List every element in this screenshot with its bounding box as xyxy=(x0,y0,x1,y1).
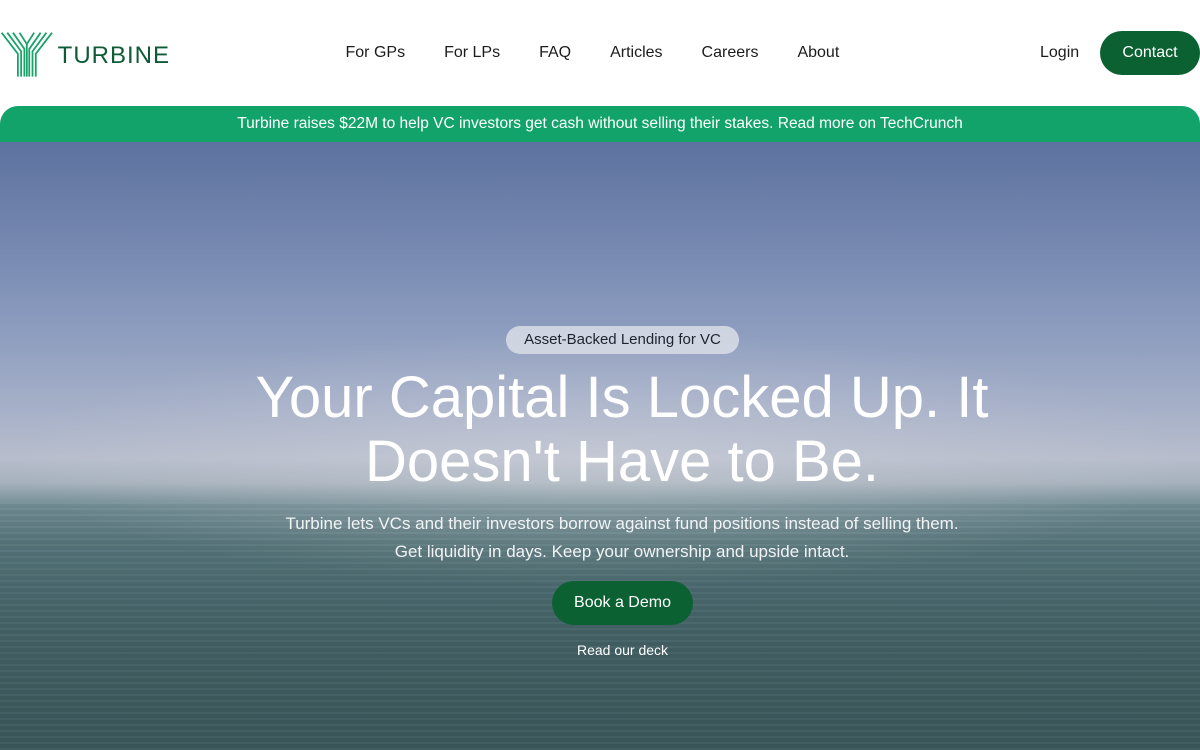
nav-articles[interactable]: Articles xyxy=(591,41,682,65)
brand-name: TURBINE xyxy=(57,42,170,69)
hero-headline: Your Capital Is Locked Up. It Doesn't Ha… xyxy=(255,365,989,494)
hero-tag: Asset-Backed Lending for VC xyxy=(506,326,739,354)
login-link[interactable]: Login xyxy=(1028,41,1091,65)
book-demo-button[interactable]: Book a Demo xyxy=(552,581,693,625)
hero-subtext-line-1: Turbine lets VCs and their investors bor… xyxy=(285,514,959,533)
hero-subtext: Turbine lets VCs and their investors bor… xyxy=(200,510,1044,566)
announcement-banner[interactable]: Turbine raises $22M to help VC investors… xyxy=(0,106,1200,142)
turbine-logo-icon xyxy=(0,32,53,77)
hero-section: Asset-Backed Lending for VC Your Capital… xyxy=(0,142,1200,750)
hero-subtext-line-2: Get liquidity in days. Keep your ownersh… xyxy=(394,542,850,561)
top-navigation: TURBINE For GPs For LPs FAQ Articles Car… xyxy=(0,0,1200,106)
read-deck-link[interactable]: Read our deck xyxy=(552,640,693,660)
nav-faq[interactable]: FAQ xyxy=(520,41,591,65)
main-nav: For GPs For LPs FAQ Articles Careers Abo… xyxy=(326,41,859,65)
nav-for-gps[interactable]: For GPs xyxy=(326,41,425,65)
contact-button[interactable]: Contact xyxy=(1100,31,1200,75)
nav-careers[interactable]: Careers xyxy=(682,41,778,65)
turbine-logo[interactable]: TURBINE xyxy=(0,22,170,84)
nav-for-lps[interactable]: For LPs xyxy=(425,41,520,65)
nav-about[interactable]: About xyxy=(778,41,859,65)
